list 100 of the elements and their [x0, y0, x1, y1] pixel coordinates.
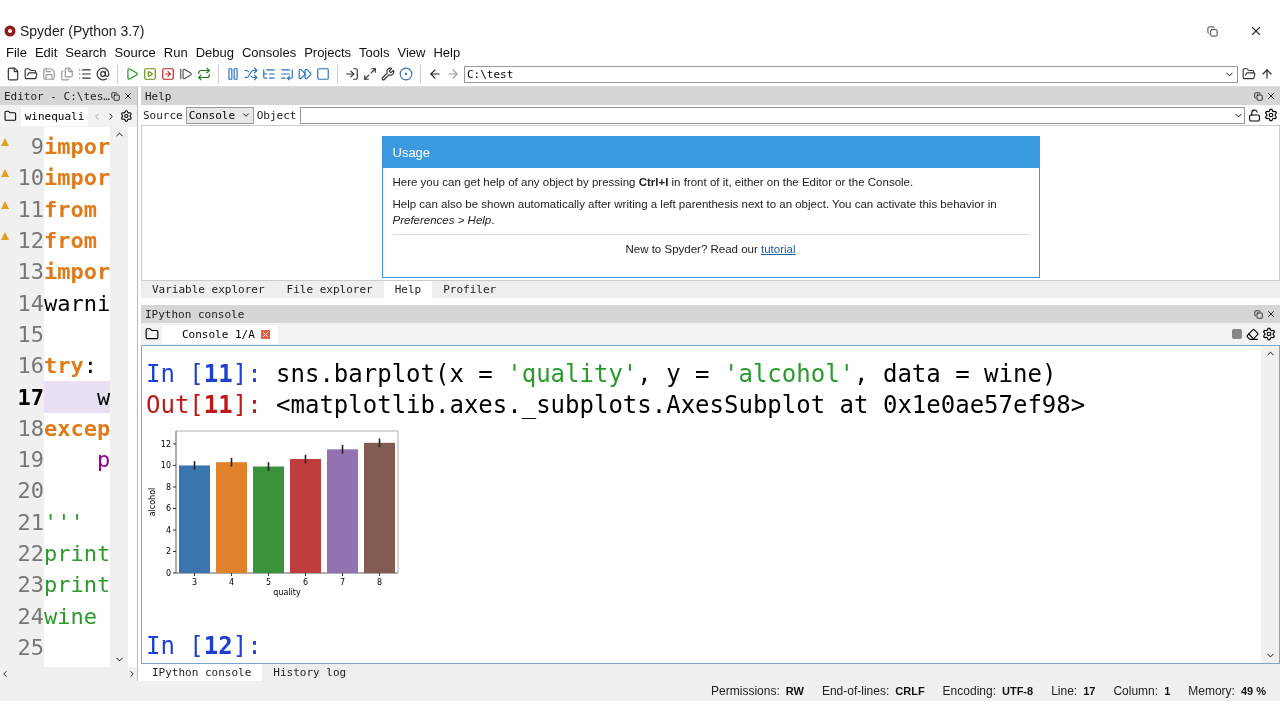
code-text: wine: [44, 603, 97, 629]
undock-icon[interactable]: [111, 91, 120, 101]
up-icon[interactable]: [1260, 67, 1274, 81]
usage-text: Help can also be shown automatically after writing a left parenthesis next to an object. You can activate this behavior in Preferences > Help.: [392, 197, 998, 228]
path-text: C:\test: [467, 67, 514, 81]
line-number: 17: [16, 383, 44, 412]
tick-label: 6: [165, 504, 171, 514]
error-bar: [267, 461, 270, 472]
error-bar: [341, 444, 344, 455]
code-text: excep: [44, 415, 110, 441]
code-text: warni: [44, 290, 110, 316]
code-text: :: [83, 353, 97, 379]
code-text: try: [44, 353, 84, 379]
folder-icon[interactable]: [1242, 67, 1256, 81]
code-text: impor: [44, 259, 110, 285]
code-text: print: [44, 541, 110, 566]
undock-icon[interactable]: [1254, 309, 1263, 319]
dropdown-icon: [240, 110, 251, 120]
line-number: 10: [0, 162, 44, 194]
code-text: w: [95, 384, 110, 410]
code-text: p: [95, 447, 110, 473]
line-number: 25: [16, 633, 44, 662]
back-icon[interactable]: [428, 67, 442, 81]
object-field[interactable]: [299, 106, 1245, 124]
line-number: 16: [16, 352, 44, 381]
menu-item[interactable]: View: [393, 44, 430, 60]
menu-item[interactable]: Consoles: [237, 44, 301, 60]
settings-icon[interactable]: [120, 109, 133, 123]
tick-label: 2: [165, 547, 171, 557]
file-tab[interactable]: winequali: [20, 106, 89, 126]
menu-item[interactable]: Tools: [355, 44, 394, 60]
run-icon[interactable]: [125, 67, 139, 81]
run-cell-icon[interactable]: [143, 67, 157, 81]
scroll-right-icon[interactable]: [127, 669, 137, 679]
restore-icon[interactable]: [1206, 25, 1218, 37]
error-bar: [193, 460, 196, 471]
folder-icon[interactable]: [24, 67, 38, 81]
tick-label: 6: [302, 578, 309, 587]
scrollbar[interactable]: [0, 667, 137, 681]
menu-item[interactable]: Source: [110, 44, 160, 60]
status-item: End-of-lines: CRLF: [821, 684, 925, 698]
new-file-icon[interactable]: [6, 67, 20, 81]
line-number: 9: [0, 131, 44, 163]
source-dropdown[interactable]: Console: [185, 106, 254, 124]
code-text: impor: [44, 165, 110, 191]
fullscreen-icon[interactable]: [363, 67, 377, 81]
stop-icon[interactable]: [1231, 328, 1243, 340]
menu-item[interactable]: File: [2, 44, 31, 60]
console-tab[interactable]: Console 1/A: [162, 324, 278, 344]
console-line: In [11]: sns.barplot(x = 'quality', y = 'alcohol', data = wine): [146, 358, 1058, 389]
run-selection-icon[interactable]: [179, 67, 193, 81]
pane-tab[interactable]: Help: [383, 281, 433, 298]
menu-item[interactable]: Search: [61, 44, 111, 60]
code-text: from: [44, 228, 97, 254]
files-icon[interactable]: [60, 67, 74, 81]
tick-label: 5: [265, 578, 272, 587]
close-icon[interactable]: [1266, 309, 1276, 319]
scrollbar[interactable]: [1261, 346, 1279, 663]
stop-icon[interactable]: [316, 67, 330, 81]
menu-item[interactable]: Projects: [300, 44, 356, 60]
x-axis-label: quality: [273, 588, 301, 597]
run-cell-advance-icon[interactable]: [161, 67, 175, 81]
settings-icon[interactable]: [1262, 327, 1276, 341]
status-item: Line: 17: [1051, 684, 1096, 698]
error-bar: [304, 453, 307, 465]
path-field[interactable]: C:\test: [464, 65, 1238, 83]
debug-icon[interactable]: [226, 67, 240, 81]
close-icon[interactable]: [123, 91, 133, 101]
tick-label: 10: [160, 461, 171, 471]
rerun-icon[interactable]: [197, 67, 211, 81]
close-icon[interactable]: [1266, 91, 1276, 101]
tick-label: 4: [228, 578, 235, 587]
scroll-left-icon[interactable]: [0, 669, 10, 679]
folder-icon[interactable]: [145, 327, 159, 341]
at-icon[interactable]: [96, 67, 110, 81]
menu-item[interactable]: Edit: [30, 44, 62, 60]
window-title: Spyder (Python 3.7): [20, 23, 146, 39]
folder-icon[interactable]: [4, 109, 17, 123]
pane-title: Editor - C:\tes…: [4, 89, 110, 103]
line-number: 23: [16, 571, 44, 600]
tick-label: 3: [191, 578, 198, 587]
line-number: 18: [16, 414, 44, 443]
eraser-icon[interactable]: [1246, 327, 1259, 341]
close-icon[interactable]: [1249, 24, 1263, 38]
undock-icon[interactable]: [1254, 91, 1263, 101]
menu-item[interactable]: Help: [429, 44, 465, 60]
lock-icon[interactable]: [1248, 108, 1261, 122]
continue-icon[interactable]: [298, 67, 312, 81]
line-number: 21: [16, 508, 44, 537]
menu-item[interactable]: Run: [159, 44, 192, 60]
list-icon[interactable]: [78, 67, 92, 81]
status-item: Encoding: UTF-8: [942, 684, 1034, 698]
settings-icon[interactable]: [1264, 108, 1278, 122]
pane-tab[interactable]: IPython console: [141, 664, 263, 681]
pane-title: IPython console: [145, 307, 245, 321]
menu-item[interactable]: Debug: [191, 44, 238, 60]
wrench-icon[interactable]: [381, 67, 395, 81]
error-bar: [378, 437, 381, 448]
tutorial-link[interactable]: tutorial: [761, 243, 796, 255]
code-text: ''': [44, 509, 84, 535]
